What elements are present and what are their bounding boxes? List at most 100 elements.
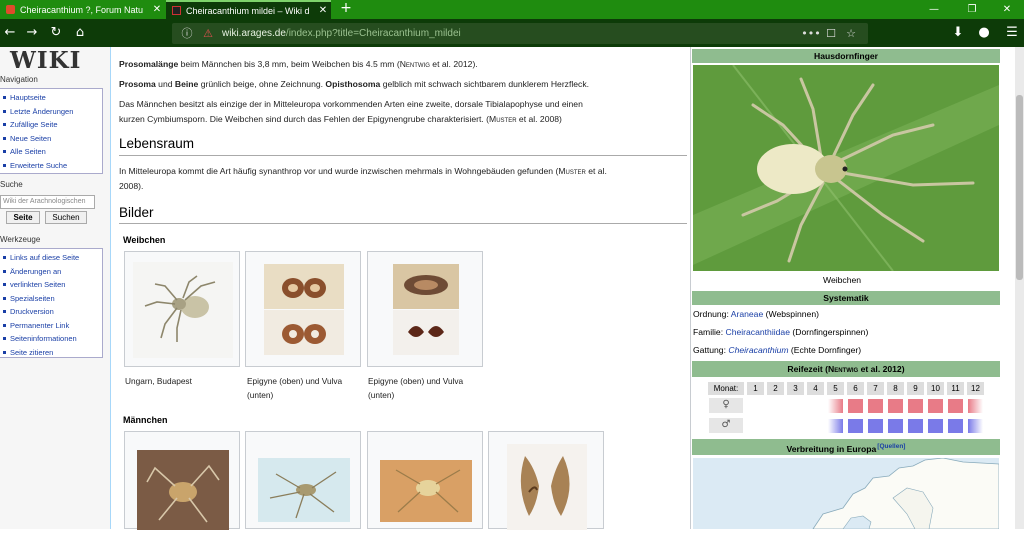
month-4: 4: [807, 382, 824, 395]
tool-related-changes-cont[interactable]: verlinkten Seiten: [0, 278, 102, 292]
tool-page-info[interactable]: Seiteninformationen: [0, 332, 102, 346]
month-2: 2: [767, 382, 784, 395]
label: Ordnung:: [693, 309, 731, 319]
heading-divider: [119, 223, 687, 224]
female-cell-11: [948, 399, 963, 413]
gallery-thumb-epigyne-1[interactable]: [245, 251, 361, 367]
tool-related-changes[interactable]: Änderungen an: [0, 265, 102, 279]
caption-ungarn: Ungarn, Budapest: [125, 376, 192, 386]
info-icon[interactable]: ⓘ: [178, 23, 196, 44]
tab-close-icon[interactable]: ✕: [315, 5, 331, 16]
tool-links-here[interactable]: Links auf diese Seite: [0, 251, 102, 265]
gallery-thumb-male-palp[interactable]: [488, 431, 604, 530]
month-3: 3: [787, 382, 804, 395]
month-10: 10: [927, 382, 944, 395]
heading-lebensraum: Lebensraum: [119, 136, 195, 151]
spider-photo-icon: [137, 450, 229, 530]
infobox-verbreitung: Verbreitung in Europa[Quellen]: [692, 439, 1000, 455]
url-text[interactable]: wiki.arages.de/index.php?title=Cheiracan…: [222, 23, 461, 44]
nav-alle-seiten[interactable]: Alle Seiten: [0, 145, 102, 159]
home-button[interactable]: ⌂: [70, 19, 90, 47]
gallery-thumb-female-habitus[interactable]: [124, 251, 240, 367]
infobox-gattung: Gattung: Cheiracanthium (Echte Dornfinge…: [693, 345, 861, 355]
search-button[interactable]: Suchen: [45, 211, 87, 224]
link-araneae[interactable]: Araneae: [731, 309, 764, 319]
month-12: 12: [967, 382, 984, 395]
tool-permanent-link[interactable]: Permanenter Link: [0, 319, 102, 333]
heading-weibchen: Weibchen: [123, 235, 166, 245]
maximize-button[interactable]: ❐: [954, 0, 990, 19]
infobox-photo[interactable]: [693, 65, 999, 271]
caption-epigyne-1: Epigyne (oben) und Vulva (unten): [247, 374, 365, 402]
caption-line: Epigyne (oben) und Vulva: [247, 376, 343, 386]
gallery-thumb-male-3[interactable]: [367, 431, 483, 529]
link-cheiracanthiidae[interactable]: Cheiracanthiidae: [725, 327, 790, 337]
male-cell-3: [788, 419, 803, 433]
female-symbol-icon: ♀: [709, 398, 743, 413]
forward-button[interactable]: →: [22, 19, 42, 47]
term-prosomalaenge: Prosomalänge: [119, 59, 179, 69]
female-cell-4: [808, 399, 823, 413]
search-input[interactable]: Wiki der Arachnologischen: [0, 195, 95, 209]
male-cell-1: [748, 419, 763, 433]
tab-close-icon[interactable]: ✕: [149, 4, 165, 15]
text: kurzen Cymbiumsporn. Die Weibchen sind d…: [119, 113, 490, 124]
nav-letzte-aenderungen[interactable]: Letzte Änderungen: [0, 105, 102, 119]
text: beim Männchen bis 3,8 mm, beim Weibchen …: [178, 59, 400, 69]
gallery-thumb-male-2[interactable]: [245, 431, 361, 529]
search-go-button[interactable]: Seite: [6, 211, 40, 224]
month-label: Monat:: [708, 382, 744, 395]
link-cheiracanthium[interactable]: Cheiracanthium: [728, 345, 788, 355]
quellen-link[interactable]: [Quellen]: [877, 443, 905, 450]
male-cell-7: [868, 419, 883, 433]
back-button[interactable]: ←: [0, 19, 20, 47]
distribution-map[interactable]: [693, 458, 999, 529]
infobox-familie: Familie: Cheiracanthiidae (Dornfingerspi…: [693, 327, 868, 337]
close-window-button[interactable]: ✕: [989, 0, 1024, 19]
text: Verbreitung in Europa: [786, 443, 877, 454]
text: In Mitteleuropa kommt die Art häufig syn…: [119, 166, 559, 176]
text: et al. 2012): [858, 364, 905, 374]
infobox-ordnung: Ordnung: Araneae (Webspinnen): [693, 309, 819, 319]
tab-forum[interactable]: Cheiracanthium ?, Forum Natu ✕: [0, 0, 165, 19]
page-actions-icon[interactable]: •••: [800, 23, 822, 44]
gallery-thumb-epigyne-2[interactable]: [367, 251, 483, 367]
tool-special-pages[interactable]: Spezialseiten: [0, 292, 102, 306]
nav-neue-seiten[interactable]: Neue Seiten: [0, 132, 102, 146]
tab-title: Cheiracanthium mildei – Wiki d: [186, 5, 310, 16]
heading-divider: [119, 155, 687, 156]
text: grünlich beige, ohne Zeichnung.: [198, 79, 326, 89]
male-cell-11: [948, 419, 963, 433]
label: Gattung:: [693, 345, 729, 355]
term-prosoma: Prosoma: [119, 79, 156, 89]
female-cell-9: [908, 399, 923, 413]
female-cell-3: [788, 399, 803, 413]
bookmark-star-icon[interactable]: ☆: [842, 23, 860, 44]
label: Familie:: [693, 327, 726, 337]
male-symbol-icon: ♂: [709, 418, 743, 433]
epigyne-photo-icon: [393, 264, 459, 355]
caption-epigyne-2: Epigyne (oben) und Vulva (unten): [368, 374, 486, 402]
downloads-icon[interactable]: ⬇: [948, 19, 968, 47]
nav-zufaellige-seite[interactable]: Zufällige Seite: [0, 118, 102, 132]
scrollbar-thumb[interactable]: [1016, 95, 1023, 280]
text-line: In Mitteleuropa kommt die Art häufig syn…: [119, 164, 684, 179]
text: Reifezeit (: [787, 364, 829, 374]
tab-wiki[interactable]: Cheiracanthium mildei – Wiki d ✕: [166, 0, 331, 19]
spider-photo-icon: [693, 65, 999, 271]
caption-line: (unten): [247, 390, 274, 400]
pocket-icon[interactable]: ☐: [822, 23, 840, 44]
tool-cite-page[interactable]: Seite zitieren: [0, 346, 102, 360]
tool-print-version[interactable]: Druckversion: [0, 305, 102, 319]
insecure-lock-icon[interactable]: ⚠: [199, 23, 217, 44]
female-cell-10: [928, 399, 943, 413]
reload-button[interactable]: ↻: [46, 19, 66, 47]
menu-icon[interactable]: ☰: [1002, 19, 1022, 47]
wiki-logo[interactable]: WIKI: [10, 47, 81, 74]
account-icon[interactable]: ●: [974, 19, 994, 47]
gallery-thumb-male-1[interactable]: [124, 431, 240, 530]
minimize-button[interactable]: —: [916, 0, 952, 19]
nav-erweiterte-suche[interactable]: Erweiterte Suche: [0, 159, 102, 173]
new-tab-button[interactable]: +: [337, 0, 355, 19]
nav-hauptseite[interactable]: Hauptseite: [0, 91, 102, 105]
